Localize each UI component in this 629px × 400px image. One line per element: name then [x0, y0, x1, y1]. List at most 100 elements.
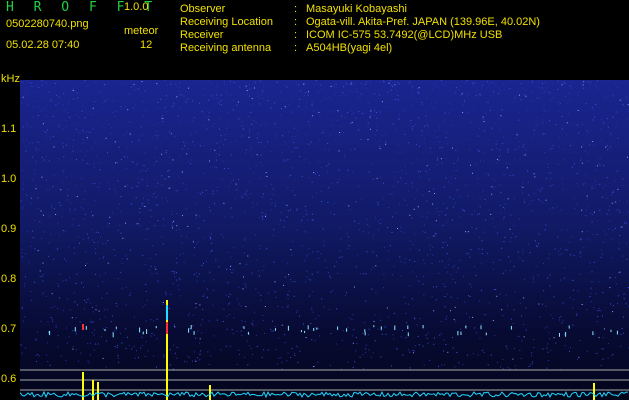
noise-dot: [495, 143, 497, 145]
noise-dot: [102, 257, 104, 259]
noise-dot: [609, 277, 611, 279]
noise-dot: [482, 190, 484, 192]
noise-dot: [367, 126, 369, 128]
noise-dot: [145, 109, 146, 111]
noise-dot: [308, 143, 310, 145]
noise-dot: [76, 196, 78, 197]
noise-dot: [551, 172, 552, 174]
noise-dot: [62, 146, 64, 148]
noise-dot: [566, 249, 568, 251]
noise-dot: [623, 298, 625, 300]
noise-dot: [498, 128, 500, 130]
noise-dot: [618, 272, 620, 274]
noise-dot: [495, 123, 497, 124]
noise-dot: [529, 252, 531, 254]
noise-dot: [368, 349, 370, 351]
noise-dot: [205, 189, 207, 191]
noise-dot: [154, 124, 156, 126]
noise-dot: [551, 83, 553, 85]
noise-dot: [498, 92, 500, 94]
noise-dot: [174, 135, 176, 137]
noise-dot: [254, 87, 255, 89]
noise-dot: [589, 296, 591, 297]
noise-dot: [553, 337, 555, 339]
noise-dot: [278, 223, 280, 225]
noise-dot: [35, 354, 37, 356]
noise-dot: [330, 134, 332, 136]
noise-dot: [98, 111, 100, 113]
noise-dot: [32, 179, 34, 181]
noise-dot: [601, 249, 603, 251]
noise-dot: [377, 204, 379, 206]
noise-dot: [210, 355, 212, 357]
noise-dot: [220, 100, 222, 102]
noise-dot: [595, 293, 597, 295]
noise-dot: [219, 147, 221, 148]
noise-dot: [296, 130, 298, 132]
noise-dot: [438, 129, 440, 131]
noise-dot: [427, 212, 429, 213]
noise-dot: [246, 189, 248, 191]
noise-dot: [213, 97, 215, 99]
noise-dot: [409, 248, 411, 250]
noise-dot: [303, 83, 305, 85]
noise-dot: [72, 348, 74, 350]
noise-dot: [210, 210, 211, 212]
noise-dot: [26, 139, 27, 141]
carrier-blip: [155, 326, 157, 329]
noise-dot: [577, 358, 578, 360]
noise-dot: [73, 292, 75, 294]
noise-dot: [464, 82, 466, 84]
noise-dot: [411, 217, 413, 219]
noise-dot: [366, 88, 368, 90]
noise-dot: [145, 284, 147, 285]
noise-dot: [477, 354, 479, 356]
noise-dot: [351, 335, 353, 337]
noise-dot: [617, 295, 619, 297]
noise-dot: [36, 91, 38, 92]
noise-dot: [41, 157, 43, 159]
noise-dot: [382, 182, 384, 184]
noise-dot: [71, 89, 73, 91]
noise-dot: [572, 324, 574, 326]
carrier-blip: [394, 325, 396, 331]
noise-dot: [361, 198, 363, 200]
noise-dot: [116, 305, 118, 307]
noise-dot: [95, 248, 96, 250]
noise-dot: [145, 341, 147, 343]
noise-dot: [571, 166, 573, 168]
noise-dot: [82, 208, 84, 210]
noise-dot: [394, 99, 396, 101]
noise-dot: [67, 195, 69, 197]
noise-dot: [502, 143, 504, 145]
noise-dot: [45, 115, 47, 117]
noise-dot: [218, 117, 220, 119]
noise-dot: [317, 171, 319, 173]
noise-dot: [244, 237, 246, 239]
noise-dot: [431, 295, 433, 297]
noise-dot: [130, 121, 132, 123]
noise-dot: [424, 138, 426, 140]
noise-dot: [353, 329, 355, 331]
noise-dot: [30, 202, 32, 204]
noise-dot: [102, 281, 104, 283]
noise-dot: [601, 139, 603, 140]
noise-dot: [361, 87, 363, 89]
noise-dot: [397, 99, 399, 100]
noise-dot: [309, 162, 311, 164]
noise-dot: [339, 95, 341, 96]
noise-dot: [405, 183, 407, 185]
noise-dot: [73, 98, 75, 100]
noise-dot: [363, 368, 364, 370]
noise-dot: [45, 131, 47, 133]
noise-dot: [246, 194, 248, 196]
noise-dot: [382, 197, 384, 199]
noise-dot: [343, 86, 345, 88]
noise-dot: [388, 250, 390, 252]
noise-dot: [118, 361, 120, 363]
noise-dot: [21, 352, 23, 354]
noise-dot: [180, 94, 182, 96]
noise-dot: [244, 193, 246, 195]
noise-dot: [579, 253, 581, 255]
noise-dot: [350, 83, 352, 85]
